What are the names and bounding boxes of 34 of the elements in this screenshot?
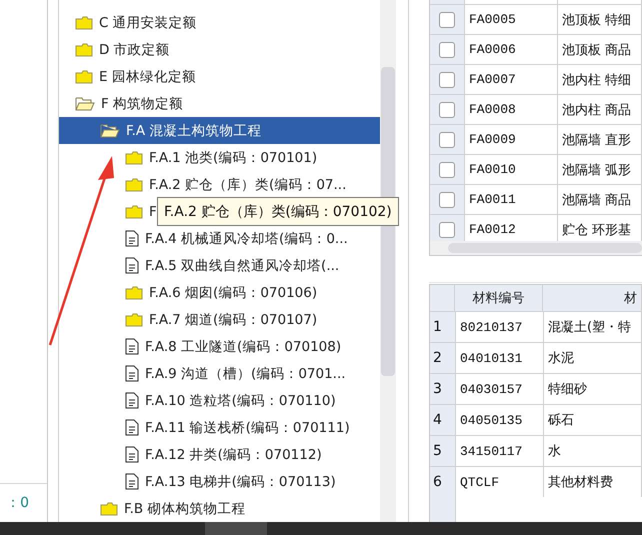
- row-number: 6: [430, 467, 456, 497]
- table-cell: 池内柱 商品: [558, 95, 642, 124]
- table-cell: 池隔墙 商品: [558, 185, 642, 214]
- table-cell: QTCLF: [456, 467, 544, 497]
- tooltip: F.A.2 贮仓（库）类(编码：070102): [157, 197, 399, 226]
- table-cell: 04010131: [456, 343, 544, 373]
- table-cell: FA0008: [465, 95, 558, 124]
- table-cell: 水泥: [544, 343, 642, 373]
- row-number: 5: [430, 436, 456, 466]
- table-cell: FA0011: [465, 185, 558, 214]
- table-cell: 34150117: [456, 436, 544, 466]
- table-cell: FA0009: [465, 125, 558, 154]
- table-cell: 水: [544, 436, 642, 466]
- table-cell: FA0007: [465, 65, 558, 94]
- table-cell: 04050135: [456, 405, 544, 435]
- table-cell: 混凝土(塑・特: [544, 312, 642, 342]
- table-cell: 池隔墙 直形: [558, 125, 642, 154]
- table-cell: 池顶板 特细: [558, 5, 642, 34]
- table-cell: FA0010: [465, 155, 558, 184]
- row-number: 1: [430, 312, 456, 342]
- row-number: 2: [430, 343, 456, 373]
- table-cell: 04030157: [456, 374, 544, 404]
- row-number: 3: [430, 374, 456, 404]
- table-cell: FA0006: [465, 35, 558, 64]
- table-cell: FA0005: [465, 5, 558, 34]
- status-text: ：0: [6, 494, 29, 512]
- table-cell: 特细砂: [544, 374, 642, 404]
- row-number: 4: [430, 405, 456, 435]
- table-cell: 池隔墙 弧形: [558, 155, 642, 184]
- table-cell: 其他材料费: [544, 467, 642, 497]
- table-cell: 池内柱 特细: [558, 65, 642, 94]
- table-cell: 砾石: [544, 405, 642, 435]
- table-cell: 80210137: [456, 312, 544, 342]
- table-cell: 池顶板 商品: [558, 35, 642, 64]
